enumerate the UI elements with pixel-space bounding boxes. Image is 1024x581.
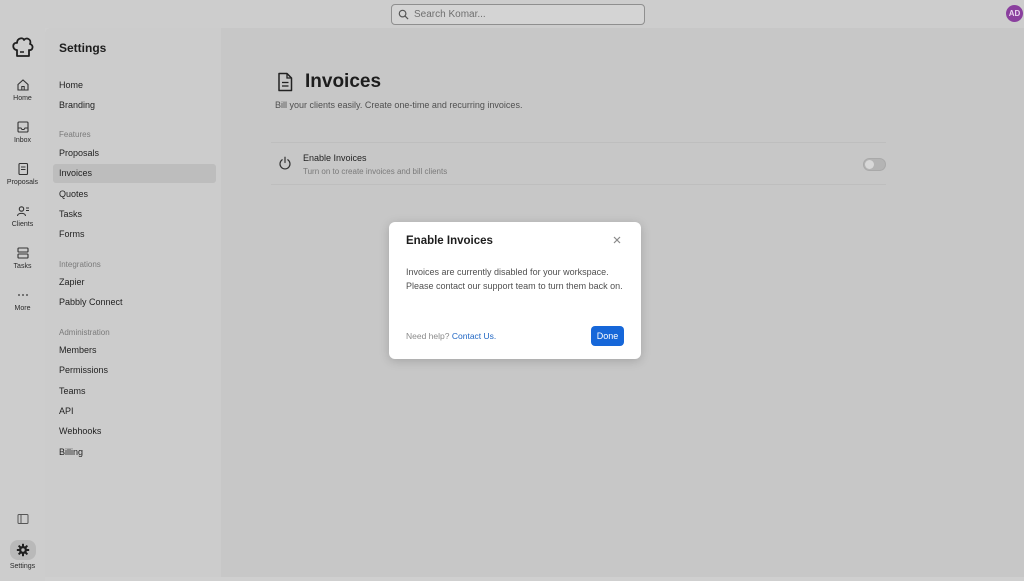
page-subtitle: Bill your clients easily. Create one-tim… — [275, 100, 523, 110]
search-icon — [398, 9, 409, 20]
rail-item-settings[interactable]: Settings — [0, 540, 45, 570]
top-bar: Search Komar... AD — [0, 0, 1024, 28]
rail-label-tasks: Tasks — [13, 263, 32, 270]
settings-sidebar: Settings Home Branding Features Proposal… — [45, 28, 221, 577]
help-prefix: Need help? — [406, 331, 450, 341]
dialog-title: Enable Invoices — [406, 235, 493, 247]
toggle-knob — [865, 160, 874, 169]
inbox-icon — [16, 121, 29, 133]
rail-label-settings: Settings — [9, 563, 36, 570]
sidebar-item-forms[interactable]: Forms — [53, 225, 216, 244]
rail-item-tasks[interactable]: Tasks — [0, 246, 45, 270]
enable-invoices-description: Turn on to create invoices and bill clie… — [303, 167, 448, 176]
sidebar-heading-integrations: Integrations — [59, 260, 101, 269]
settings-active-indicator — [9, 540, 36, 560]
divider — [271, 184, 886, 185]
app-rail: Home Inbox Proposals Clients Tasks More — [0, 28, 45, 581]
sidebar-item-branding[interactable]: Branding — [53, 96, 216, 115]
sidebar-item-proposals[interactable]: Proposals — [53, 144, 216, 163]
enable-invoices-toggle[interactable] — [863, 158, 886, 171]
enable-invoices-label: Enable Invoices — [303, 153, 367, 163]
document-icon — [278, 72, 293, 92]
sidebar-item-quotes[interactable]: Quotes — [53, 185, 216, 204]
page-title: Invoices — [305, 71, 382, 92]
rail-item-home[interactable]: Home — [0, 78, 45, 102]
sidebar-item-members[interactable]: Members — [53, 341, 216, 360]
rail-label-more: More — [14, 305, 31, 312]
sidebar-item-pabbly-connect[interactable]: Pabbly Connect — [53, 293, 216, 312]
avatar[interactable]: AD — [1006, 5, 1023, 22]
sidebar-heading-features: Features — [59, 130, 91, 139]
sidebar-item-api[interactable]: API — [53, 402, 216, 421]
rail-label-home: Home — [13, 95, 32, 102]
tasks-icon — [16, 247, 29, 259]
sidebar-item-webhooks[interactable]: Webhooks — [53, 422, 216, 441]
sidebar-item-teams[interactable]: Teams — [53, 382, 216, 401]
dialog-message: Invoices are currently disabled for your… — [406, 267, 623, 291]
rail-label-clients: Clients — [11, 221, 34, 228]
more-icon — [17, 294, 28, 296]
dialog-help: Need help? Contact Us. — [406, 331, 496, 341]
sidebar-item-invoices[interactable]: Invoices — [53, 164, 216, 183]
power-icon — [279, 156, 291, 170]
gear-icon — [16, 543, 29, 557]
clients-icon — [16, 206, 29, 217]
enable-invoices-dialog: Enable Invoices Invoices are currently d… — [389, 222, 641, 359]
rail-item-proposals[interactable]: Proposals — [0, 162, 45, 186]
done-button[interactable]: Done — [591, 326, 624, 346]
sidebar-item-home[interactable]: Home — [53, 76, 216, 95]
rail-item-clients[interactable]: Clients — [0, 204, 45, 228]
divider — [271, 142, 886, 143]
search-placeholder: Search Komar... — [414, 9, 486, 20]
sidebar-item-billing[interactable]: Billing — [53, 443, 216, 462]
chef-hat-logo-icon[interactable] — [11, 36, 35, 58]
rail-label-inbox: Inbox — [13, 137, 32, 144]
rail-item-inbox[interactable]: Inbox — [0, 120, 45, 144]
rail-item-more[interactable]: More — [0, 288, 45, 312]
sidebar-title: Settings — [59, 41, 107, 55]
sidebar-item-permissions[interactable]: Permissions — [53, 361, 216, 380]
rail-label-proposals: Proposals — [6, 179, 39, 186]
home-icon — [16, 79, 29, 91]
sidebar-toggle-button[interactable] — [0, 512, 45, 526]
close-icon[interactable] — [611, 234, 623, 246]
sidebar-heading-administration: Administration — [59, 328, 110, 337]
search-input[interactable]: Search Komar... — [391, 4, 645, 25]
sidebar-item-tasks[interactable]: Tasks — [53, 205, 216, 224]
sidebar-panel-icon — [17, 514, 28, 524]
sidebar-item-zapier[interactable]: Zapier — [53, 273, 216, 292]
proposals-icon — [17, 162, 28, 176]
contact-us-link[interactable]: Contact Us. — [452, 331, 496, 341]
